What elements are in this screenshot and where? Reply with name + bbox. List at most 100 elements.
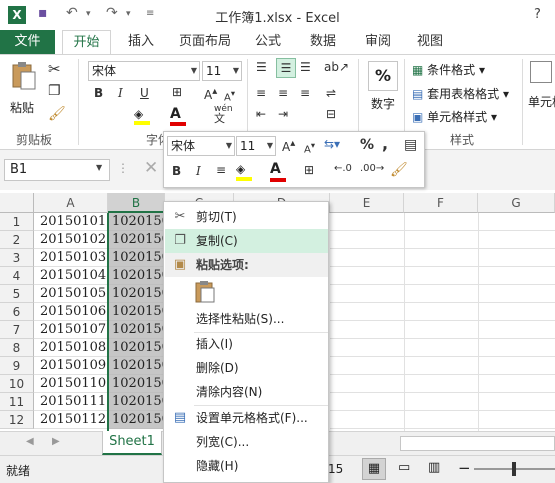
menu-item-copy[interactable]: ❐ 复制(C) — [165, 229, 328, 253]
mini-font-size-combo[interactable]: 11 ▼ — [236, 136, 276, 156]
table-format-button[interactable]: ▤ 套用表格格式 ▾ — [412, 85, 509, 102]
column-header-b[interactable]: B — [108, 193, 165, 213]
menu-item-cut[interactable]: ✂ 剪切(T) — [165, 205, 328, 229]
increase-indent-button[interactable]: ⇥ — [278, 107, 288, 121]
horizontal-scrollbar[interactable] — [400, 436, 555, 451]
mini-table-icon[interactable]: ▤ — [404, 137, 417, 153]
grow-font-button[interactable]: A▴ — [204, 86, 217, 102]
wrap-text-button[interactable]: ⇌ — [326, 86, 336, 100]
mini-italic-button[interactable]: I — [196, 164, 201, 178]
menu-item-column-width[interactable]: 列宽(C)... — [165, 430, 328, 454]
zoom-slider[interactable] — [474, 462, 555, 476]
menu-item-hide[interactable]: 隐藏(H) — [165, 454, 328, 478]
row-header[interactable]: 9 — [0, 357, 34, 375]
phonetic-button[interactable]: wén 文 — [214, 105, 233, 125]
tab-home[interactable]: 开始 — [62, 30, 111, 54]
column-header-a[interactable]: A — [34, 193, 108, 213]
cells-button[interactable]: 单元格 — [528, 61, 555, 121]
page-break-view-button[interactable]: ▥ — [428, 460, 440, 475]
prev-sheet-icon[interactable]: ◀ — [26, 436, 34, 447]
italic-button[interactable]: I — [118, 86, 123, 100]
mini-increase-decimal-button[interactable]: ←.0 — [334, 163, 352, 174]
mini-decrease-decimal-button[interactable]: .00→ — [360, 163, 384, 174]
help-button[interactable]: ? — [534, 7, 541, 22]
menu-item-clear[interactable]: 清除内容(N) — [165, 380, 328, 404]
menu-item-format-cells[interactable]: ▤ 设置单元格格式(F)... — [165, 406, 328, 430]
merge-center-button[interactable]: ⊟ — [326, 107, 336, 121]
mini-bold-button[interactable]: B — [172, 164, 181, 178]
align-top-button[interactable]: ☰ — [256, 60, 267, 74]
underline-button[interactable]: U — [140, 86, 149, 100]
align-center-button[interactable]: ≡ — [278, 86, 288, 100]
cell-a[interactable]: 20150101 — [34, 213, 108, 231]
cell-a[interactable]: 20150107 — [34, 321, 108, 339]
zoom-out-button[interactable]: − — [458, 459, 471, 477]
menu-item-paste-special[interactable]: 选择性粘贴(S)... — [165, 307, 328, 331]
mini-grow-font-button[interactable]: A▴ — [282, 138, 295, 154]
sheet-tab-sheet1[interactable]: Sheet1 — [102, 431, 162, 455]
mini-percent-button[interactable]: % — [360, 137, 374, 153]
number-format-button[interactable]: % — [368, 61, 398, 91]
row-header[interactable]: 7 — [0, 321, 34, 339]
mini-font-name-combo[interactable]: 宋体 ▼ — [167, 136, 235, 156]
paste-option-button[interactable] — [194, 280, 218, 306]
row-header[interactable]: 11 — [0, 393, 34, 411]
row-header[interactable]: 2 — [0, 231, 34, 249]
row-header[interactable]: 12 — [0, 411, 34, 429]
menu-item-insert[interactable]: 插入(I) — [165, 332, 328, 356]
cell-a[interactable]: 20150112 — [34, 411, 108, 429]
row-header[interactable]: 3 — [0, 249, 34, 267]
page-layout-view-button[interactable]: ▭ — [398, 460, 410, 475]
name-box[interactable]: B1 — [4, 159, 110, 181]
paste-button[interactable]: 粘贴 — [8, 59, 42, 119]
row-header[interactable]: 6 — [0, 303, 34, 321]
decrease-indent-button[interactable]: ⇤ — [256, 107, 266, 121]
orientation-button[interactable]: ab↗ — [324, 60, 349, 74]
cell-a[interactable]: 20150104 — [34, 267, 108, 285]
tab-view[interactable]: 视图 — [410, 30, 450, 54]
column-header-f[interactable]: F — [404, 193, 478, 213]
tab-file[interactable]: 文件 — [0, 30, 55, 54]
mini-border-button[interactable]: ⊞ — [304, 163, 314, 177]
copy-icon[interactable]: ❐ — [48, 83, 61, 99]
mini-format-painter-icon[interactable]: 🖌 — [390, 162, 408, 178]
mini-comma-button[interactable]: , — [382, 134, 388, 153]
cell-a[interactable]: 20150111 — [34, 393, 108, 411]
mini-font-color-button[interactable]: A — [270, 161, 288, 183]
cell-a[interactable]: 20150102 — [34, 231, 108, 249]
tab-formulas[interactable]: 公式 — [248, 30, 288, 54]
align-bottom-button[interactable]: ☰ — [300, 60, 311, 74]
align-middle-button[interactable]: ☰ — [276, 58, 296, 78]
cell-a[interactable]: 20150106 — [34, 303, 108, 321]
tab-insert[interactable]: 插入 — [121, 30, 161, 54]
mini-number-format-icon[interactable]: ⇆▾ — [324, 137, 340, 151]
fill-color-button[interactable]: ◈ — [134, 107, 152, 125]
cut-icon[interactable]: ✂ — [48, 60, 61, 78]
name-box-dropdown-icon[interactable]: ▼ — [96, 163, 102, 172]
mini-align-center-button[interactable]: ≡ — [216, 163, 226, 177]
mini-shrink-font-button[interactable]: A▾ — [304, 140, 315, 155]
row-header[interactable]: 8 — [0, 339, 34, 357]
font-color-button[interactable]: A — [170, 106, 188, 126]
tab-review[interactable]: 审阅 — [358, 30, 398, 54]
normal-view-button[interactable]: ▦ — [362, 458, 386, 480]
cell-a[interactable]: 20150103 — [34, 249, 108, 267]
align-left-button[interactable]: ≡ — [256, 86, 266, 100]
next-sheet-icon[interactable]: ▶ — [52, 436, 60, 447]
row-header[interactable]: 5 — [0, 285, 34, 303]
row-header[interactable]: 10 — [0, 375, 34, 393]
row-header[interactable]: 4 — [0, 267, 34, 285]
cancel-icon[interactable]: ✕ — [144, 158, 158, 178]
border-button[interactable]: ⊞ — [172, 85, 182, 99]
bold-button[interactable]: B — [94, 86, 103, 100]
cell-a[interactable]: 20150108 — [34, 339, 108, 357]
format-painter-icon[interactable]: 🖌 — [48, 106, 66, 122]
row-header[interactable]: 1 — [0, 213, 34, 231]
align-right-button[interactable]: ≡ — [300, 86, 310, 100]
menu-item-delete[interactable]: 删除(D) — [165, 356, 328, 380]
shrink-font-button[interactable]: A▾ — [224, 88, 235, 103]
font-name-combo[interactable]: 宋体 ▼ — [88, 61, 200, 81]
column-header-e[interactable]: E — [330, 193, 404, 213]
cell-style-button[interactable]: ▣ 单元格样式 ▾ — [412, 108, 497, 125]
cell-a[interactable]: 20150110 — [34, 375, 108, 393]
